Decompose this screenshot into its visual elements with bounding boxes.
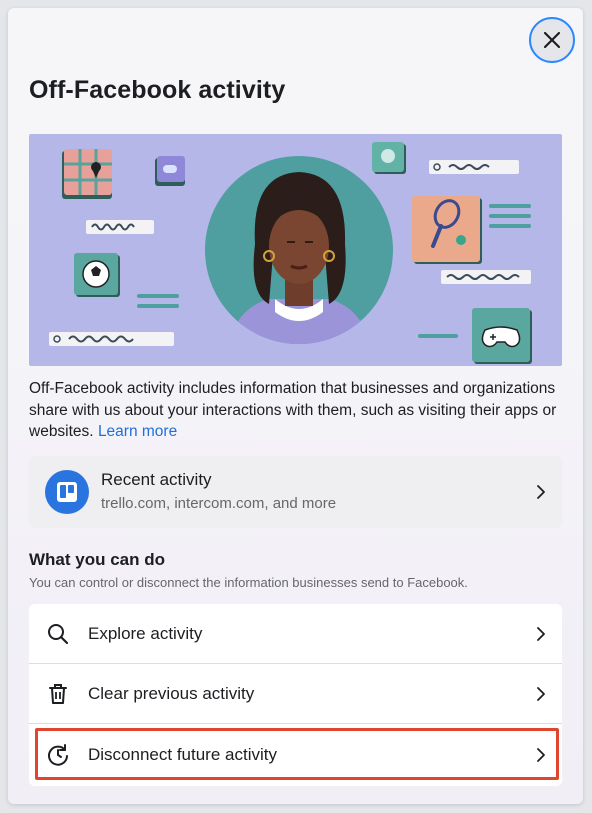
section-title: What you can do xyxy=(29,550,165,569)
map-icon xyxy=(62,149,112,199)
explore-activity-row[interactable]: Explore activity xyxy=(29,604,562,664)
chevron-right-icon xyxy=(537,686,545,701)
portrait-illustration xyxy=(205,156,393,344)
clear-previous-activity-label: Clear previous activity xyxy=(88,683,255,703)
activity-illustration xyxy=(29,134,562,366)
disconnect-future-activity-label: Disconnect future activity xyxy=(88,745,277,764)
trello-logo-icon xyxy=(45,470,89,514)
recent-activity-subtitle: trello.com, intercom.com, and more xyxy=(101,495,337,512)
chevron-right-icon xyxy=(537,485,545,499)
history-icon xyxy=(48,744,68,766)
chevron-right-icon xyxy=(537,626,545,641)
section-subtitle: You can control or disconnect the inform… xyxy=(29,575,468,590)
learn-more-link[interactable]: Learn more xyxy=(98,423,177,440)
dialog-title: Off-Facebook activity xyxy=(29,76,286,104)
actions-list: Explore activity Clear previous activity xyxy=(29,604,562,786)
recent-activity-title: Recent activity xyxy=(101,470,212,489)
clear-previous-activity-row[interactable]: Clear previous activity xyxy=(29,664,562,724)
gamepad-icon xyxy=(472,308,532,364)
description: Off-Facebook activity includes informati… xyxy=(29,378,565,443)
explore-activity-label: Explore activity xyxy=(88,623,203,643)
search-icon xyxy=(48,623,69,644)
recent-activity-card[interactable]: Recent activity trello.com, intercom.com… xyxy=(29,456,562,528)
close-button[interactable] xyxy=(529,17,575,63)
disconnect-future-activity-row[interactable]: Disconnect future activity xyxy=(29,724,562,786)
off-facebook-activity-dialog: Off-Facebook activity Off-Facebook activ… xyxy=(8,8,583,804)
trash-icon xyxy=(49,683,67,704)
close-icon xyxy=(543,31,561,49)
chevron-right-icon xyxy=(537,748,545,762)
tennis-icon xyxy=(412,196,482,264)
soccer-ball-icon xyxy=(74,253,120,297)
